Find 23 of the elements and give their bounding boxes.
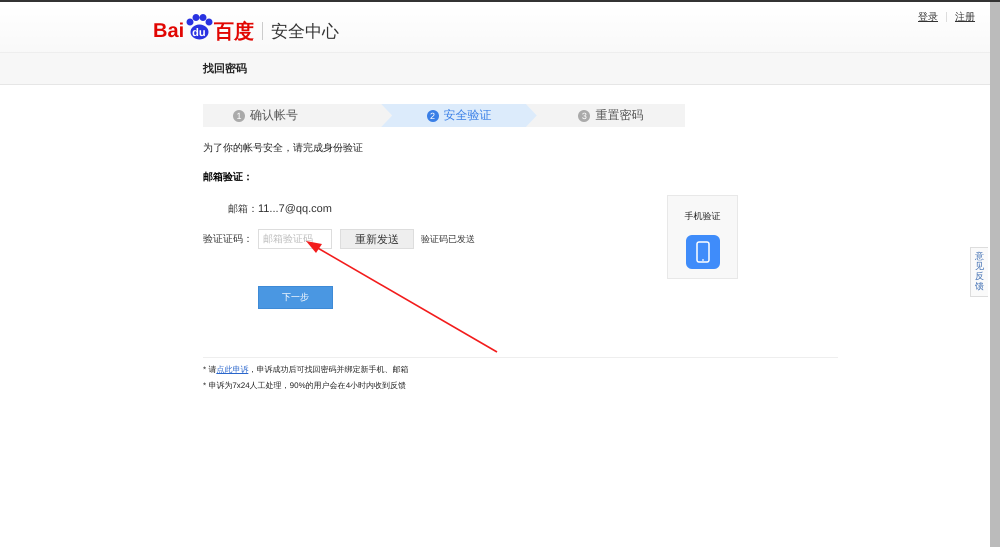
status-text: 验证码已发送 bbox=[421, 232, 475, 246]
resend-button[interactable]: 重新发送 bbox=[340, 229, 414, 249]
logo-text: Bai bbox=[153, 20, 184, 42]
header-link[interactable]: 注册 bbox=[955, 10, 975, 24]
note-text: * 申诉为7x24人工处理，90%的用户会在4小时内收到反馈 bbox=[203, 380, 408, 391]
intro-text: 为了你的帐号安全，请完成身份验证 bbox=[203, 142, 364, 155]
code-label: 验证证码： bbox=[203, 233, 254, 246]
card-title: 手机验证 bbox=[684, 210, 720, 223]
page-title: 找回密码 bbox=[203, 62, 247, 76]
section-title: 邮箱验证： bbox=[203, 170, 254, 184]
site-title: 安全中心 bbox=[271, 20, 340, 42]
header-link[interactable]: 登录 bbox=[918, 10, 938, 24]
code-input[interactable]: 邮箱验证码 bbox=[258, 229, 332, 249]
phone-verify-card[interactable]: 手机验证 bbox=[667, 195, 738, 279]
scrollbar[interactable] bbox=[990, 2, 1000, 547]
phone-icon bbox=[686, 235, 720, 269]
email-value: 11...7@qq.com bbox=[258, 203, 332, 215]
appeal-link[interactable]: 点此申诉 bbox=[216, 365, 248, 374]
note-text: * 请点此申诉，申诉成功后可找回密码并绑定新手机、邮箱 bbox=[203, 364, 410, 375]
feedback-tab[interactable]: 意见反馈 bbox=[970, 247, 988, 297]
email-label: 邮箱： bbox=[227, 202, 258, 216]
paw-logo: du bbox=[184, 14, 214, 40]
logo-text: 百度 bbox=[214, 20, 254, 44]
